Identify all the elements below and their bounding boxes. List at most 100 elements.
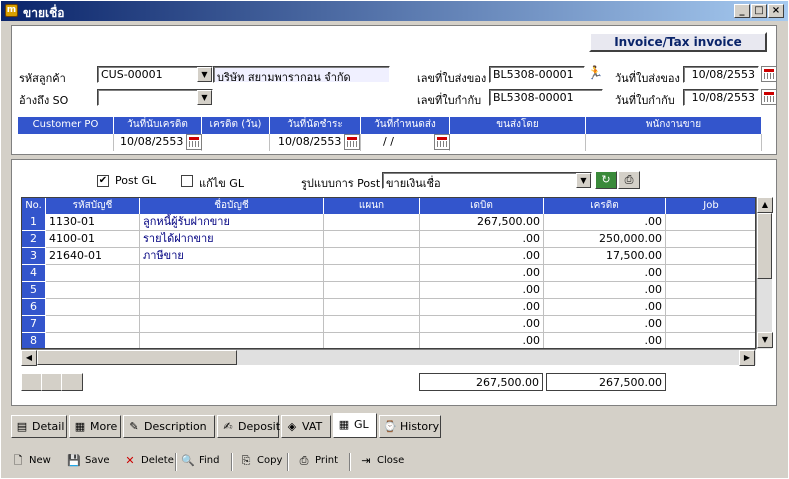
edit-gl-checkbox[interactable] (181, 175, 193, 187)
maximize-button[interactable]: □ (751, 4, 767, 18)
grid-cell-credit[interactable]: .00 (544, 316, 666, 333)
find-button[interactable]: 🔍 Find (181, 454, 219, 468)
calendar-icon[interactable] (761, 66, 777, 82)
grid-cell-dept[interactable] (324, 316, 420, 333)
grid-cell-name[interactable] (140, 265, 324, 282)
scroll-right-icon[interactable]: ▶ (739, 350, 755, 366)
tab-more[interactable]: ▦ More (69, 415, 121, 438)
grid-cell-name[interactable]: ภาษีขาย (140, 248, 324, 265)
customer-code-combo[interactable]: CUS-00001 ▼ (97, 66, 213, 83)
grid-cell-credit[interactable]: .00 (544, 282, 666, 299)
minimize-button[interactable]: _ (734, 4, 750, 18)
grid-cell-credit[interactable]: .00 (544, 214, 666, 231)
tab-description[interactable]: ✎ Description (123, 415, 215, 438)
grid-cell-name[interactable]: ลูกหนี้ผู้รับฝากขาย (140, 214, 324, 231)
calendar-icon[interactable] (186, 134, 202, 150)
grid-cell-credit[interactable]: .00 (544, 299, 666, 316)
post-gl-checkbox[interactable]: ✔ (97, 175, 109, 187)
tab-gl[interactable]: ▦ GL (333, 413, 377, 438)
grid-cell-job[interactable] (666, 282, 755, 299)
insert-row-icon[interactable] (21, 373, 43, 391)
grid-cell-debit[interactable]: .00 (420, 333, 544, 348)
scroll-left-icon[interactable]: ◀ (21, 350, 37, 366)
grid-cell-dept[interactable] (324, 248, 420, 265)
grid-cell-debit[interactable]: .00 (420, 265, 544, 282)
horizontal-scrollbar[interactable]: ◀ ▶ (21, 349, 756, 366)
grid-cell-name[interactable] (140, 299, 324, 316)
tab-vat[interactable]: ◈ VAT (281, 415, 331, 438)
grid-cell-job[interactable] (666, 265, 755, 282)
delete-row-icon[interactable] (61, 373, 83, 391)
grid-cell-name[interactable] (140, 282, 324, 299)
tab-deposit[interactable]: ✍ Deposit (217, 415, 280, 438)
add-row-icon[interactable] (41, 373, 63, 391)
scroll-up-icon[interactable]: ▲ (757, 197, 773, 213)
delete-button[interactable]: ✕ Delete (123, 454, 173, 468)
grid-cell-dept[interactable] (324, 265, 420, 282)
grid-cell-credit[interactable]: .00 (544, 265, 666, 282)
grid-cell-code[interactable] (46, 316, 140, 333)
grid-cell-code[interactable] (46, 299, 140, 316)
runner-icon[interactable]: 🏃 (587, 66, 603, 82)
delivery-no-field[interactable]: BL5308-00001 (489, 66, 585, 83)
grid-cell-dept[interactable] (324, 333, 420, 348)
tax-date-field[interactable]: 10/08/2553 (683, 89, 759, 106)
chevron-down-icon[interactable]: ▼ (197, 90, 212, 105)
vertical-scrollbar[interactable]: ▲ ▼ (756, 197, 773, 349)
grid-cell-dept[interactable] (324, 282, 420, 299)
grid-cell-name[interactable] (140, 316, 324, 333)
grid-cell-dept[interactable] (324, 299, 420, 316)
grid-cell-code[interactable]: 1130-01 (46, 214, 140, 231)
print-button[interactable]: ⎙ Print (297, 454, 338, 468)
so-ref-combo[interactable]: ▼ (97, 89, 213, 106)
calendar-icon[interactable] (761, 89, 777, 105)
close-window-button[interactable]: × (768, 4, 784, 18)
grid-cell-job[interactable] (666, 299, 755, 316)
grid-cell-job[interactable] (666, 333, 755, 348)
grid-cell-debit[interactable]: 267,500.00 (420, 214, 544, 231)
customer-po-field[interactable] (18, 134, 114, 151)
calendar-icon[interactable] (434, 134, 450, 150)
grid-cell-job[interactable] (666, 316, 755, 333)
chevron-down-icon[interactable]: ▼ (197, 67, 212, 82)
print-gl-button[interactable]: ⎙ (618, 171, 640, 189)
ship-by-field[interactable] (450, 134, 586, 151)
copy-button[interactable]: ⎘ Copy (239, 454, 283, 468)
calendar-icon[interactable] (344, 134, 360, 150)
post-format-combo[interactable]: ขายเงินเชื่อ ▼ (382, 172, 592, 189)
grid-cell-job[interactable] (666, 214, 755, 231)
grid-cell-code[interactable] (46, 282, 140, 299)
tax-no-field[interactable]: BL5308-00001 (489, 89, 603, 106)
grid-cell-debit[interactable]: .00 (420, 231, 544, 248)
grid-cell-dept[interactable] (324, 214, 420, 231)
grid-cell-code[interactable]: 21640-01 (46, 248, 140, 265)
grid-cell-debit[interactable]: .00 (420, 248, 544, 265)
scroll-thumb[interactable] (757, 213, 772, 279)
grid-cell-credit[interactable]: 250,000.00 (544, 231, 666, 248)
grid-cell-credit[interactable]: 17,500.00 (544, 248, 666, 265)
hscroll-thumb[interactable] (37, 350, 237, 365)
grid-cell-code[interactable] (46, 265, 140, 282)
scroll-down-icon[interactable]: ▼ (757, 332, 773, 348)
salesperson-field[interactable] (586, 134, 762, 151)
grid-cell-name[interactable] (140, 333, 324, 348)
grid-cell-debit[interactable]: .00 (420, 299, 544, 316)
tab-detail[interactable]: ▤ Detail (11, 415, 67, 438)
grid-cell-debit[interactable]: .00 (420, 316, 544, 333)
grid-cell-debit[interactable]: .00 (420, 282, 544, 299)
grid-cell-job[interactable] (666, 231, 755, 248)
grid-cell-name[interactable]: รายได้ฝากขาย (140, 231, 324, 248)
credit-days-field[interactable] (202, 134, 270, 151)
grid-cell-code[interactable]: 4100-01 (46, 231, 140, 248)
tab-history[interactable]: ⌚ History (379, 415, 441, 438)
refresh-gl-button[interactable]: ↻ (595, 171, 617, 189)
delivery-date-field[interactable]: 10/08/2553 (683, 66, 759, 83)
close-button[interactable]: ⇥ Close (359, 454, 404, 468)
grid-cell-job[interactable] (666, 248, 755, 265)
new-button[interactable]: 🗋 New (11, 454, 51, 468)
document-type-button[interactable]: Invoice/Tax invoice (589, 32, 767, 52)
chevron-down-icon[interactable]: ▼ (576, 173, 591, 188)
grid-cell-credit[interactable]: .00 (544, 333, 666, 348)
save-button[interactable]: 💾 Save (67, 454, 109, 468)
grid-cell-code[interactable] (46, 333, 140, 348)
